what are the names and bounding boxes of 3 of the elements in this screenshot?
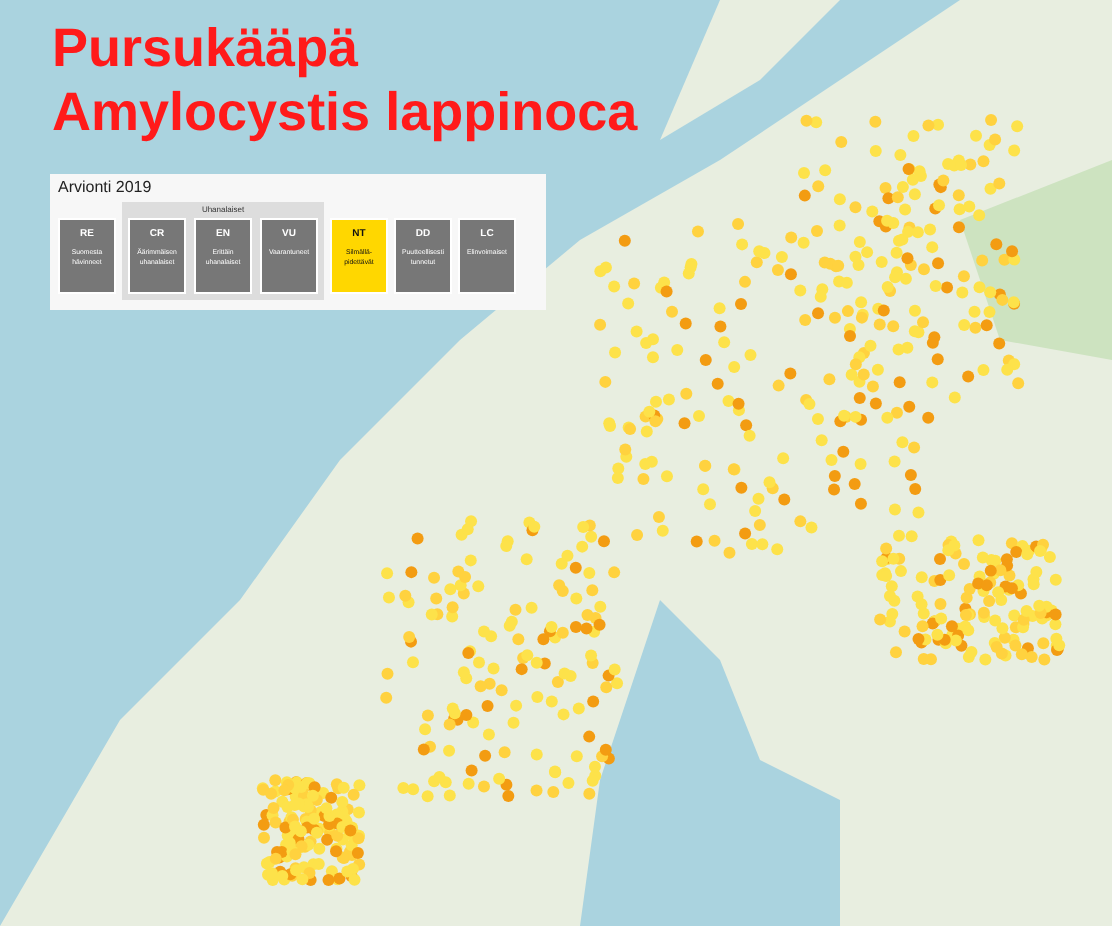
species-name: Pursukääpä (52, 16, 361, 80)
species-latin-name: Amylocystis lappinoca (52, 80, 638, 144)
panel-heading: Arvionti 2019 (58, 178, 154, 196)
